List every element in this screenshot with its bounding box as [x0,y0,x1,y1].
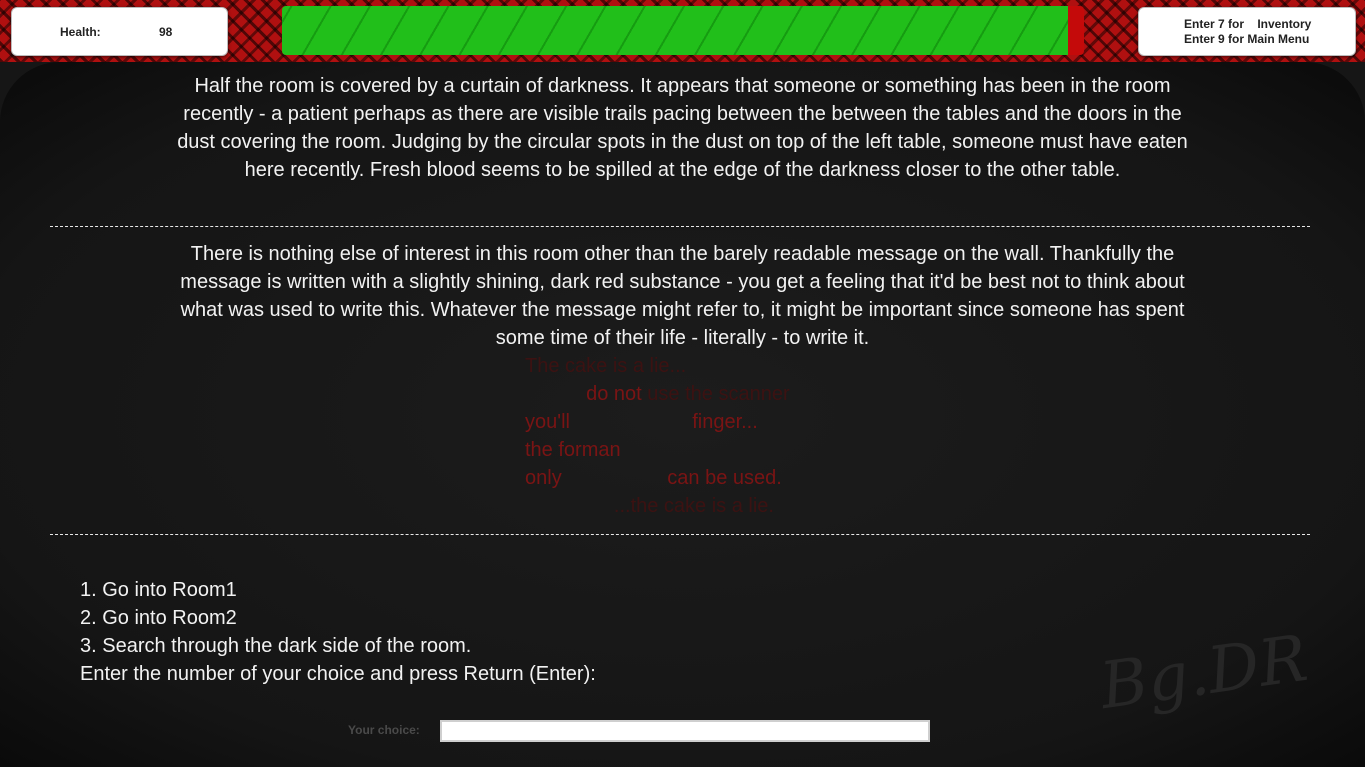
choice-option-1: 1. Go into Room1 [80,579,237,601]
health-label: Health: [60,25,101,39]
room-description: Half the room is covered by a curtain of… [177,75,1188,181]
health-value: 98 [159,25,173,39]
divider-bottom [50,534,1310,535]
wall-message-fragment: do not [586,383,642,405]
health-panel: Health: 98 [11,7,228,56]
menu-hint-panel: Enter 7 for Inventory Enter 9 for Main M… [1138,7,1356,56]
wall-message-line-5: only can be used. [525,464,782,492]
choice-input[interactable] [440,720,930,742]
wall-message-fragment [570,411,692,433]
divider-top [50,226,1310,227]
choice-input-label: Your choice: [348,723,420,737]
wall-message-fragment: the forman [525,439,621,461]
wall-message-fragment: can be used. [667,467,782,489]
choice-option-2: 2. Go into Room2 [80,607,237,629]
choice-option-3: 3. Search through the dark side of the r… [80,635,472,657]
wall-message-line-1: The cake is a lie... [525,355,687,377]
wall-message-fragment: use the scanner [641,383,790,405]
health-bar [282,6,1084,55]
wall-message-fragment: you'll [525,411,570,433]
main-menu-hint: Enter 9 for Main Menu [1184,32,1310,46]
wall-message-fragment: only [525,467,562,489]
choice-prompt: Enter the number of your choice and pres… [80,663,596,685]
inventory-hint: Enter 7 for Inventory [1184,17,1312,31]
wall-description: There is nothing else of interest in thi… [180,243,1185,349]
wall-message-fragment [525,383,586,405]
wall-message-line-6: ...the cake is a lie. [525,495,774,517]
health-bar-fill [282,6,1068,55]
wall-message-line-2: do not use the scanner [525,380,790,408]
wall-message-fragment [562,467,668,489]
wall-message-line-4: the forman [525,436,621,464]
wall-message-fragment: finger... [692,411,758,433]
wall-message-line-3: you'll finger... [525,408,758,436]
top-bar: Health: 98 Enter 7 for Inventory Enter 9… [0,0,1365,62]
